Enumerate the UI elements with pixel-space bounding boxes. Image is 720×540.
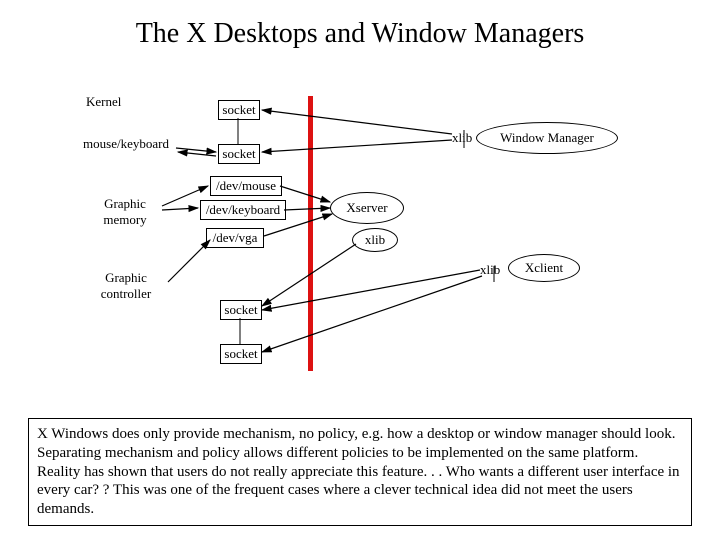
- kernel-user-boundary: [308, 96, 313, 371]
- box-dev-keyboard: /dev/keyboard: [200, 200, 286, 220]
- node-xserver: Xserver: [330, 192, 404, 224]
- label-kernel: Kernel: [86, 94, 121, 110]
- label-graphic-controller: Graphic controller: [86, 270, 166, 302]
- box-socket-3: socket: [220, 300, 262, 320]
- label-xlib-wm: xlib: [452, 130, 472, 146]
- box-dev-mouse: /dev/mouse: [210, 176, 282, 196]
- label-mouse-keyboard: mouse/keyboard: [76, 136, 176, 152]
- box-socket-1: socket: [218, 100, 260, 120]
- label-graphic-memory: Graphic memory: [90, 196, 160, 228]
- page-title: The X Desktops and Window Managers: [0, 18, 720, 50]
- node-window-manager: Window Manager: [476, 122, 618, 154]
- box-dev-vga: /dev/vga: [206, 228, 264, 248]
- label-xlib-under-xserver: xlib: [365, 232, 385, 248]
- node-xlib-under-xserver: xlib: [352, 228, 398, 252]
- box-socket-4: socket: [220, 344, 262, 364]
- explanation-paragraph: X Windows does only provide mechanism, n…: [28, 418, 692, 526]
- label-xlib-client: xlib: [480, 262, 500, 278]
- box-socket-2: socket: [218, 144, 260, 164]
- node-xclient: Xclient: [508, 254, 580, 282]
